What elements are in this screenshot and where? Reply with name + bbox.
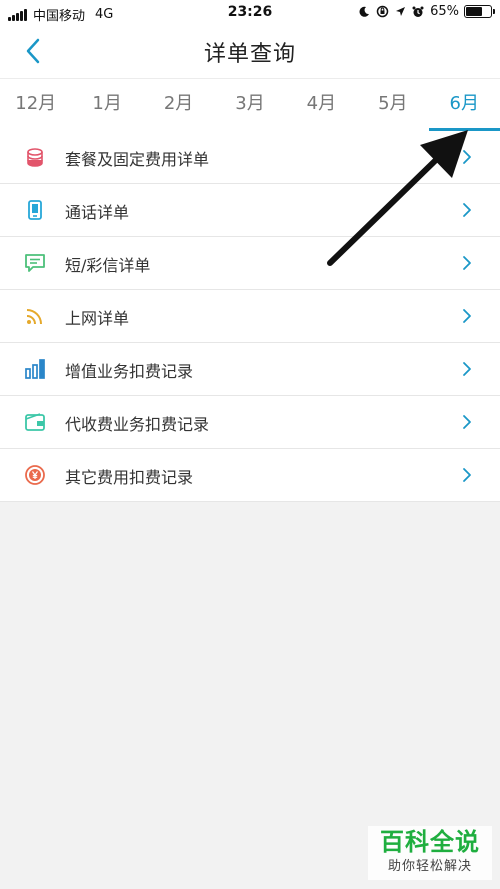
status-right: 65% — [352, 4, 495, 19]
chevron-right-icon — [463, 415, 471, 429]
nav-bar: 详单查询 — [0, 26, 500, 78]
wifi-icon — [26, 309, 42, 325]
location-icon — [396, 7, 406, 16]
list-item[interactable]: 增值业务扣费记录 — [0, 343, 500, 396]
battery-icon — [464, 5, 495, 18]
message-icon — [25, 254, 45, 272]
watermark-subtitle: 助你轻松解决 — [387, 859, 472, 874]
bar-chart-icon — [25, 359, 45, 379]
month-tabs: 12月 1月 2月 3月 4月 5月 6月 — [0, 78, 500, 132]
battery-percent: 65% — [430, 4, 459, 19]
battery-fill — [466, 7, 482, 16]
alarm-icon — [412, 6, 424, 17]
chevron-right-icon — [463, 309, 471, 323]
list-item[interactable]: 通话详单 — [0, 184, 500, 237]
chevron-right-icon — [463, 468, 471, 482]
watermark-logo: 百科全说 助你轻松解决 — [368, 826, 492, 880]
list-item[interactable]: 代收费业务扣费记录 — [0, 396, 500, 449]
list-item-label: 其它费用扣费记录 — [65, 468, 194, 487]
list-item-label: 通话详单 — [65, 203, 130, 222]
chevron-right-icon — [463, 203, 471, 217]
list-item[interactable]: 其它费用扣费记录 — [0, 449, 500, 502]
chevron-right-icon — [463, 256, 471, 270]
chevron-right-icon — [463, 150, 471, 164]
tab-month[interactable]: 2月 — [143, 79, 214, 131]
tab-month[interactable]: 5月 — [357, 79, 428, 131]
tab-month[interactable]: 1月 — [71, 79, 142, 131]
list-item[interactable]: 套餐及固定费用详单 — [0, 131, 500, 184]
coins-icon — [27, 148, 43, 167]
tab-month[interactable]: 4月 — [286, 79, 357, 131]
list-item-label: 代收费业务扣费记录 — [65, 415, 210, 434]
page-title: 详单查询 — [203, 42, 296, 67]
chevron-right-icon — [463, 362, 471, 376]
list-item[interactable]: 短/彩信详单 — [0, 237, 500, 290]
rotation-lock-icon — [376, 5, 389, 18]
watermark-title: 百科全说 — [380, 828, 480, 856]
wallet-icon — [25, 413, 45, 431]
list-item[interactable]: 上网详单 — [0, 290, 500, 343]
list-item-label: 上网详单 — [65, 309, 130, 328]
tab-month[interactable]: 12月 — [0, 79, 71, 131]
tab-month[interactable]: 3月 — [214, 79, 285, 131]
list-item-label: 增值业务扣费记录 — [65, 362, 194, 381]
yen-coin-icon — [25, 465, 45, 485]
detail-list: 套餐及固定费用详单 通话详单短/彩信详单 上网详单增值业务扣费记录 代收费业务扣费记录… — [0, 131, 500, 502]
list-item-label: 短/彩信详单 — [65, 256, 151, 275]
status-bar: 中国移动 4G 23:26 65% — [0, 0, 500, 26]
tab-month[interactable]: 6月 — [428, 79, 500, 131]
phone-icon — [28, 200, 42, 220]
moon-icon — [359, 6, 370, 17]
list-item-label: 套餐及固定费用详单 — [65, 150, 210, 169]
